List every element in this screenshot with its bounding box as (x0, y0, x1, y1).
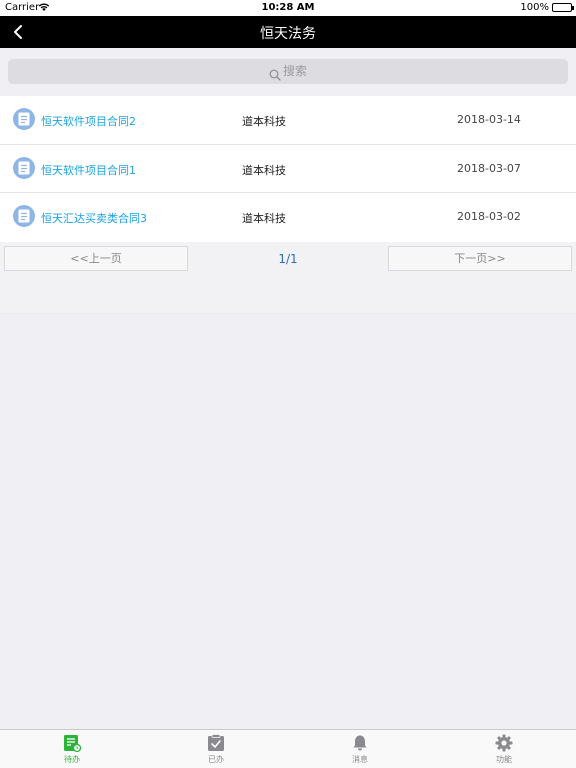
tab-done[interactable]: 已办 (144, 730, 288, 768)
page-title: 恒天法务 (260, 26, 316, 42)
search-area: 搜索 (0, 48, 576, 96)
contract-date: 2018-03-14 (457, 113, 521, 126)
tab-functions[interactable]: 功能 (432, 730, 576, 768)
search-placeholder: 搜索 (282, 64, 307, 78)
tab-label: 待办 (64, 755, 80, 764)
done-icon (207, 734, 225, 752)
next-page-button[interactable]: 下一页>> (388, 246, 572, 271)
document-icon (13, 156, 35, 179)
contract-date: 2018-03-07 (457, 161, 521, 175)
contract-list: 恒天软件项目合同2 道本科技 2018-03-14 恒天软件项目合同1 道本科技… (0, 96, 576, 242)
list-item[interactable]: 恒天软件项目合同1 道本科技 2018-03-07 (0, 145, 576, 193)
gear-icon (495, 734, 513, 752)
list-item[interactable]: 恒天软件项目合同2 道本科技 2018-03-14 (0, 96, 576, 145)
tab-todo[interactable]: 待办 (0, 730, 144, 768)
contract-company: 道本科技 (242, 163, 286, 177)
status-bar: Carrier 10:28 AM 100% (0, 0, 576, 16)
list-item[interactable]: 恒天汇达买卖类合同3 道本科技 2018-03-02 (0, 193, 576, 242)
tab-label: 功能 (496, 755, 512, 764)
contract-date: 2018-03-02 (457, 210, 521, 223)
document-icon (13, 205, 35, 227)
nav-bar: 恒天法务 (0, 16, 576, 48)
contract-company: 道本科技 (242, 212, 286, 225)
contract-name: 恒天汇达买卖类合同3 (41, 212, 147, 225)
tab-label: 已办 (208, 755, 224, 764)
pager: <<上一页 1/1 下一页>> (0, 242, 576, 314)
contract-name: 恒天软件项目合同2 (41, 115, 136, 128)
battery-percent: 100% (520, 2, 549, 13)
todo-icon (63, 734, 82, 753)
contract-company: 道本科技 (242, 115, 286, 128)
document-icon (13, 108, 35, 130)
search-icon (269, 65, 281, 81)
tab-label: 消息 (352, 755, 368, 764)
contract-name: 恒天软件项目合同1 (41, 163, 136, 177)
battery-icon (552, 3, 574, 12)
clock: 10:28 AM (261, 2, 315, 13)
search-input[interactable]: 搜索 (8, 59, 568, 84)
bell-icon (351, 734, 369, 752)
tab-messages[interactable]: 消息 (288, 730, 432, 768)
tab-bar: 待办 已办 消息 功能 (0, 729, 576, 768)
